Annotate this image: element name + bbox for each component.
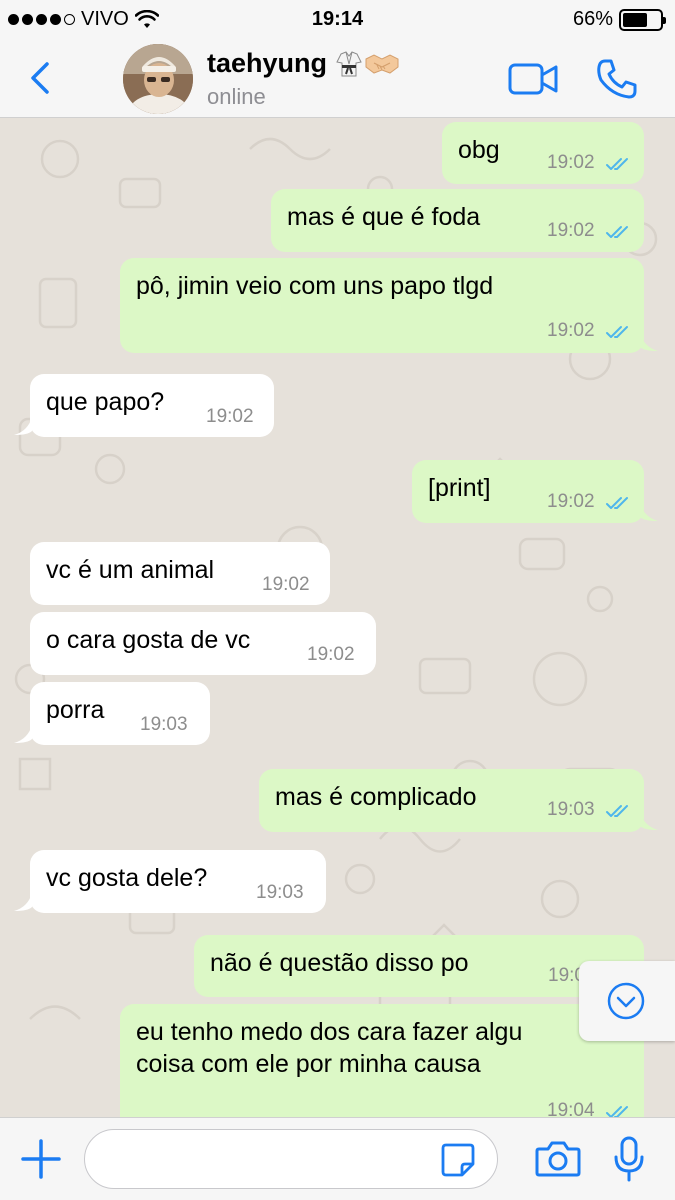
bubble-tail — [14, 893, 32, 911]
message-time: 19:03 — [256, 882, 304, 903]
back-chevron-icon[interactable] — [22, 58, 62, 98]
message-time: 19:04 — [547, 1100, 595, 1117]
battery-percent: 66% — [572, 8, 613, 30]
bubble-tail — [640, 333, 658, 351]
message-bubble-incoming[interactable]: porra 19:03 — [30, 682, 210, 745]
message-text: porra — [46, 696, 105, 724]
message-text: vc gosta dele? — [46, 864, 208, 892]
message-bubble-incoming[interactable]: que papo? 19:02 — [30, 374, 274, 437]
read-receipt-icon — [606, 226, 628, 238]
contact-online-status: online — [207, 84, 266, 109]
message-text: o cara gosta de vc — [46, 626, 251, 654]
chat-header: taehyung online — [0, 40, 675, 118]
martial-arts-uniform-emoji-icon — [336, 50, 362, 76]
message-text: pô, jimin veio com uns papo tlgd — [136, 272, 494, 300]
contact-avatar[interactable] — [123, 44, 193, 114]
bubble-tail — [640, 503, 658, 521]
read-receipt-icon — [606, 497, 628, 509]
bubble-tail — [640, 812, 658, 830]
message-bubble-incoming[interactable]: vc gosta dele? 19:03 — [30, 850, 326, 913]
handshake-emoji-icon — [365, 53, 399, 74]
message-list[interactable]: obg 19:02 mas é que é foda 19:02 pô, jim… — [0, 119, 675, 1117]
read-receipt-icon — [606, 158, 628, 170]
message-bubble-incoming[interactable]: o cara gosta de vc 19:02 — [30, 612, 376, 675]
scroll-to-bottom-button[interactable] — [579, 961, 675, 1041]
battery-level — [623, 12, 647, 27]
read-receipt-icon — [606, 805, 628, 817]
message-time: 19:02 — [547, 320, 595, 341]
message-text: não é questão disso po — [210, 949, 469, 977]
message-time: 19:02 — [262, 574, 310, 595]
camera-icon[interactable] — [535, 1140, 581, 1178]
video-call-icon[interactable] — [508, 62, 560, 96]
contact-name[interactable]: taehyung — [207, 48, 399, 79]
message-text: obg — [458, 136, 500, 164]
message-time: 19:02 — [547, 152, 595, 173]
message-time: 19:02 — [307, 644, 355, 665]
read-receipt-icon — [606, 326, 628, 338]
voice-call-icon[interactable] — [596, 58, 638, 100]
chevron-down-circle-icon — [607, 982, 645, 1020]
message-input[interactable] — [84, 1129, 498, 1189]
contact-name-text: taehyung — [207, 48, 328, 78]
message-text: mas é complicado — [275, 783, 477, 811]
message-text-line-1: eu tenho medo dos cara fazer algu — [136, 1018, 523, 1046]
message-bubble-outgoing[interactable]: mas é complicado 19:03 — [259, 769, 644, 832]
battery-icon — [619, 8, 666, 31]
message-text-line-2: coisa com ele por minha causa — [136, 1050, 481, 1078]
message-text: vc é um animal — [46, 556, 215, 584]
message-bubble-outgoing[interactable]: obg 19:02 — [442, 122, 644, 184]
plus-icon[interactable] — [20, 1138, 62, 1180]
message-text: que papo? — [46, 388, 165, 416]
message-text: mas é que é foda — [287, 203, 481, 231]
message-time: 19:03 — [140, 714, 188, 735]
battery-status: 66% — [572, 8, 666, 31]
message-time: 19:02 — [547, 220, 595, 241]
message-text: [print] — [428, 474, 491, 502]
bubble-tail — [14, 417, 32, 435]
message-bubble-incoming[interactable]: vc é um animal 19:02 — [30, 542, 330, 605]
message-bubble-outgoing[interactable]: [print] 19:02 — [412, 460, 644, 523]
message-bubble-outgoing[interactable]: pô, jimin veio com uns papo tlgd 19:02 — [120, 258, 644, 353]
message-bubble-outgoing[interactable]: mas é que é foda 19:02 — [271, 189, 644, 252]
message-time: 19:02 — [547, 491, 595, 512]
read-receipt-icon — [606, 1106, 628, 1117]
bubble-tail — [14, 725, 32, 743]
message-bubble-outgoing[interactable]: eu tenho medo dos cara fazer algu coisa … — [120, 1004, 644, 1117]
message-bubble-outgoing[interactable]: não é questão disso po 19:0 — [194, 935, 644, 997]
status-bar: VIVO 19:14 66% — [0, 0, 675, 40]
composer-bar — [0, 1117, 675, 1200]
microphone-icon[interactable] — [612, 1136, 646, 1182]
message-time: 19:02 — [206, 406, 254, 427]
message-time: 19:03 — [547, 799, 595, 820]
sticker-icon[interactable] — [440, 1142, 476, 1178]
